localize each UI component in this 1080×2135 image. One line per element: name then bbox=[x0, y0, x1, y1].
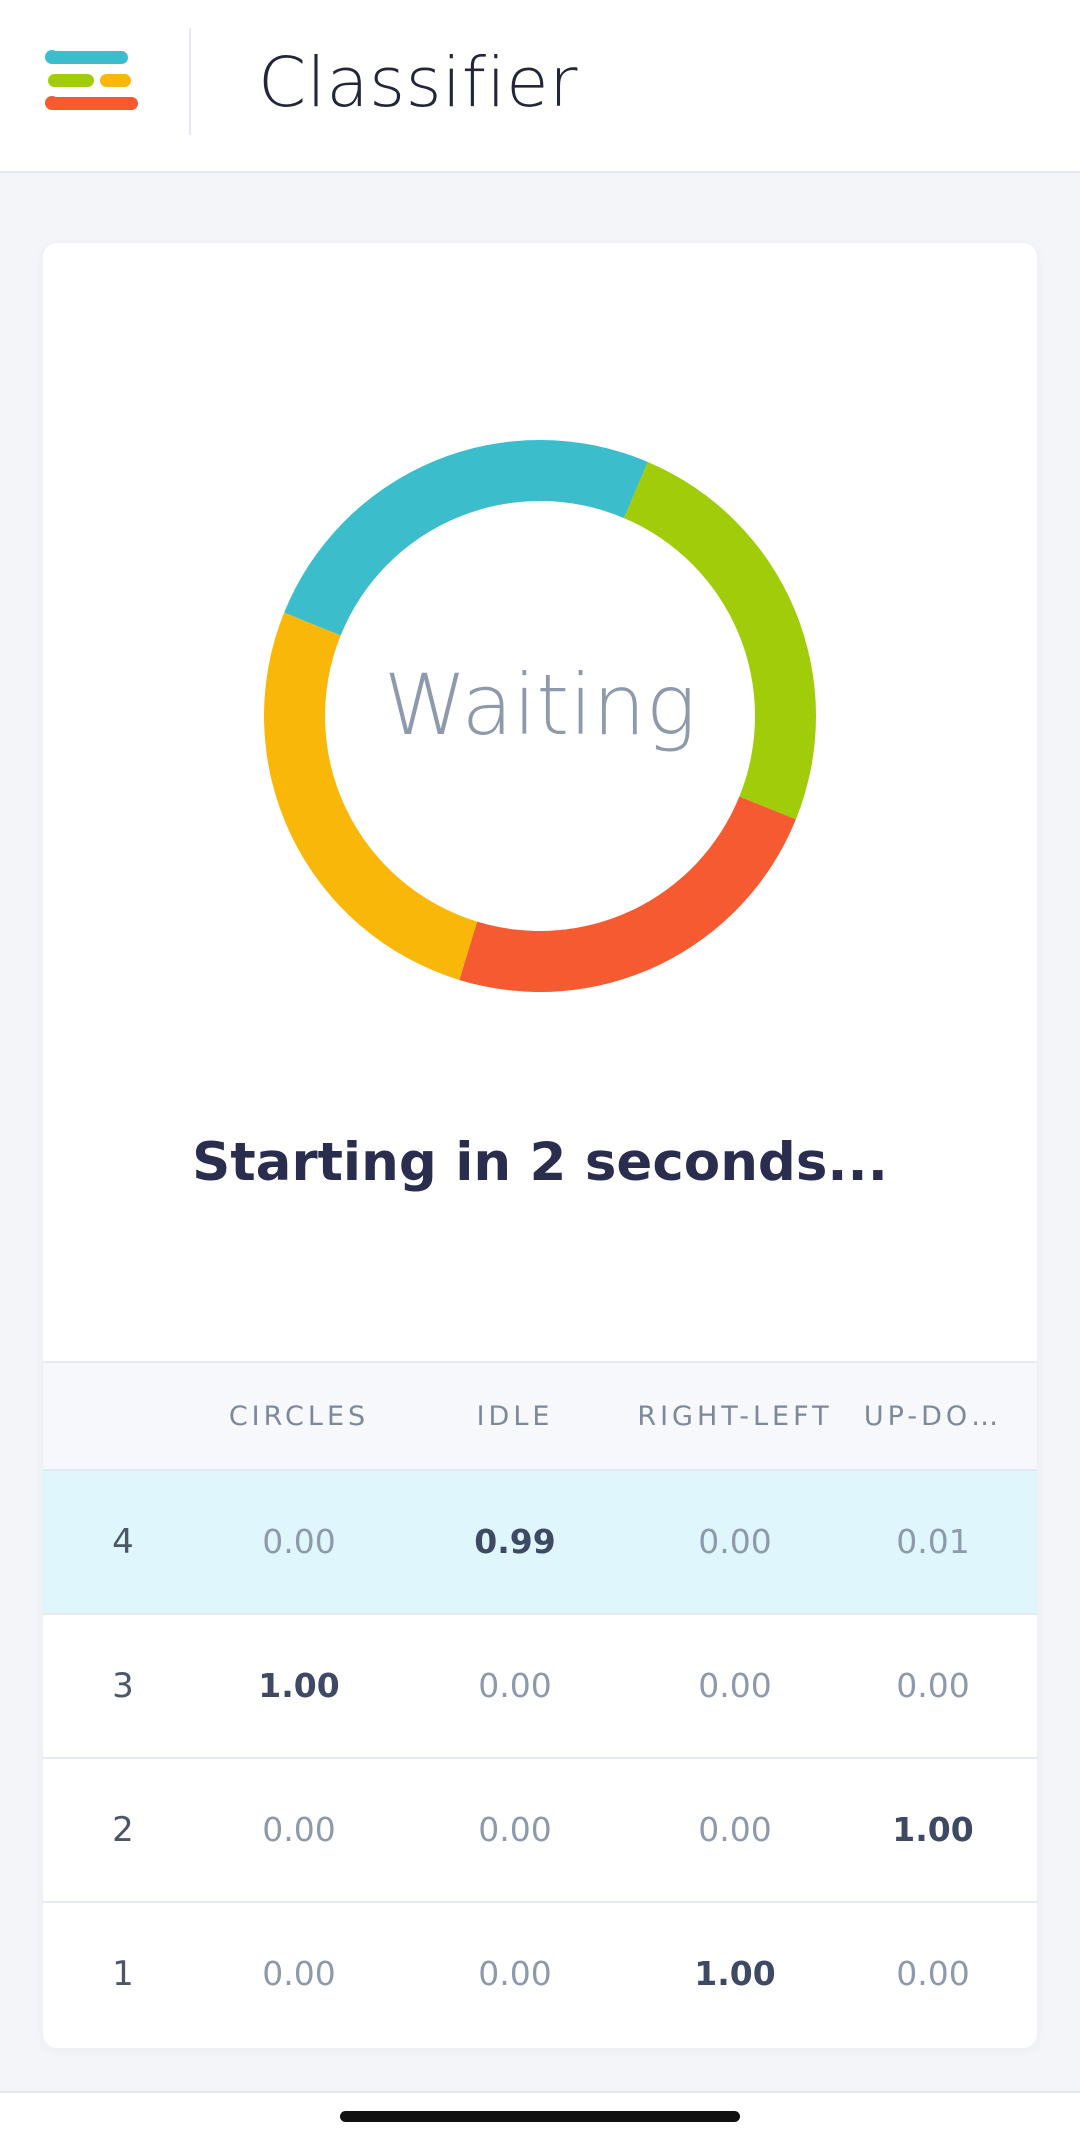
column-header-idle: IDLE bbox=[476, 1401, 554, 1432]
table-cell: 0.00 bbox=[896, 1954, 970, 1993]
table-cell: 0.00 bbox=[698, 1810, 772, 1849]
classifier-card: Waiting Starting in 2 seconds... CIRCLES… bbox=[43, 243, 1037, 2048]
table-cell: 0.00 bbox=[698, 1666, 772, 1705]
row-index: 4 bbox=[112, 1522, 134, 1562]
table-row: 1 0.00 0.00 1.00 0.00 bbox=[43, 1903, 1037, 2047]
status-ring bbox=[264, 440, 816, 992]
table-row: 2 0.00 0.00 0.00 1.00 bbox=[43, 1759, 1037, 1903]
table-cell: 0.00 bbox=[262, 1522, 336, 1561]
table-cell: 0.01 bbox=[896, 1522, 970, 1561]
results-table: CIRCLES IDLE RIGHT-LEFT UP-DO… 4 0.00 0.… bbox=[43, 1361, 1037, 2047]
table-cell: 0.00 bbox=[262, 1954, 336, 1993]
ring-segment bbox=[624, 461, 816, 820]
row-index: 1 bbox=[112, 1954, 134, 1994]
table-row: 4 0.00 0.99 0.00 0.01 bbox=[43, 1471, 1037, 1615]
ring-status-label: Waiting bbox=[383, 656, 697, 754]
table-row: 3 1.00 0.00 0.00 0.00 bbox=[43, 1615, 1037, 1759]
countdown-message: Starting in 2 seconds... bbox=[192, 1132, 888, 1193]
ring-segment bbox=[459, 796, 796, 992]
app-header: Classifier bbox=[0, 0, 1080, 173]
table-cell: 1.00 bbox=[258, 1666, 340, 1705]
table-cell: 0.99 bbox=[474, 1522, 556, 1561]
column-header-up-down: UP-DO… bbox=[863, 1401, 1003, 1432]
menu-button[interactable] bbox=[0, 0, 189, 171]
row-index: 3 bbox=[112, 1666, 134, 1706]
table-cell: 0.00 bbox=[262, 1810, 336, 1849]
table-cell: 1.00 bbox=[892, 1810, 974, 1849]
column-header-index bbox=[83, 1363, 163, 1471]
row-index: 2 bbox=[112, 1810, 134, 1850]
table-cell: 0.00 bbox=[896, 1666, 970, 1705]
bottom-safe-area bbox=[0, 2091, 1080, 2135]
table-header: CIRCLES IDLE RIGHT-LEFT UP-DO… bbox=[43, 1361, 1037, 1471]
ring-segment bbox=[284, 440, 648, 636]
table-cell: 0.00 bbox=[698, 1522, 772, 1561]
home-indicator[interactable] bbox=[340, 2111, 740, 2122]
page-title: Classifier bbox=[258, 43, 578, 123]
header-divider bbox=[189, 28, 191, 135]
table-cell: 0.00 bbox=[478, 1810, 552, 1849]
column-header-right-left: RIGHT-LEFT bbox=[637, 1401, 833, 1432]
menu-stack-icon bbox=[45, 50, 138, 110]
column-header-circles: CIRCLES bbox=[228, 1401, 370, 1432]
table-cell: 0.00 bbox=[478, 1666, 552, 1705]
table-cell: 0.00 bbox=[478, 1954, 552, 1993]
table-cell: 1.00 bbox=[694, 1954, 776, 1993]
